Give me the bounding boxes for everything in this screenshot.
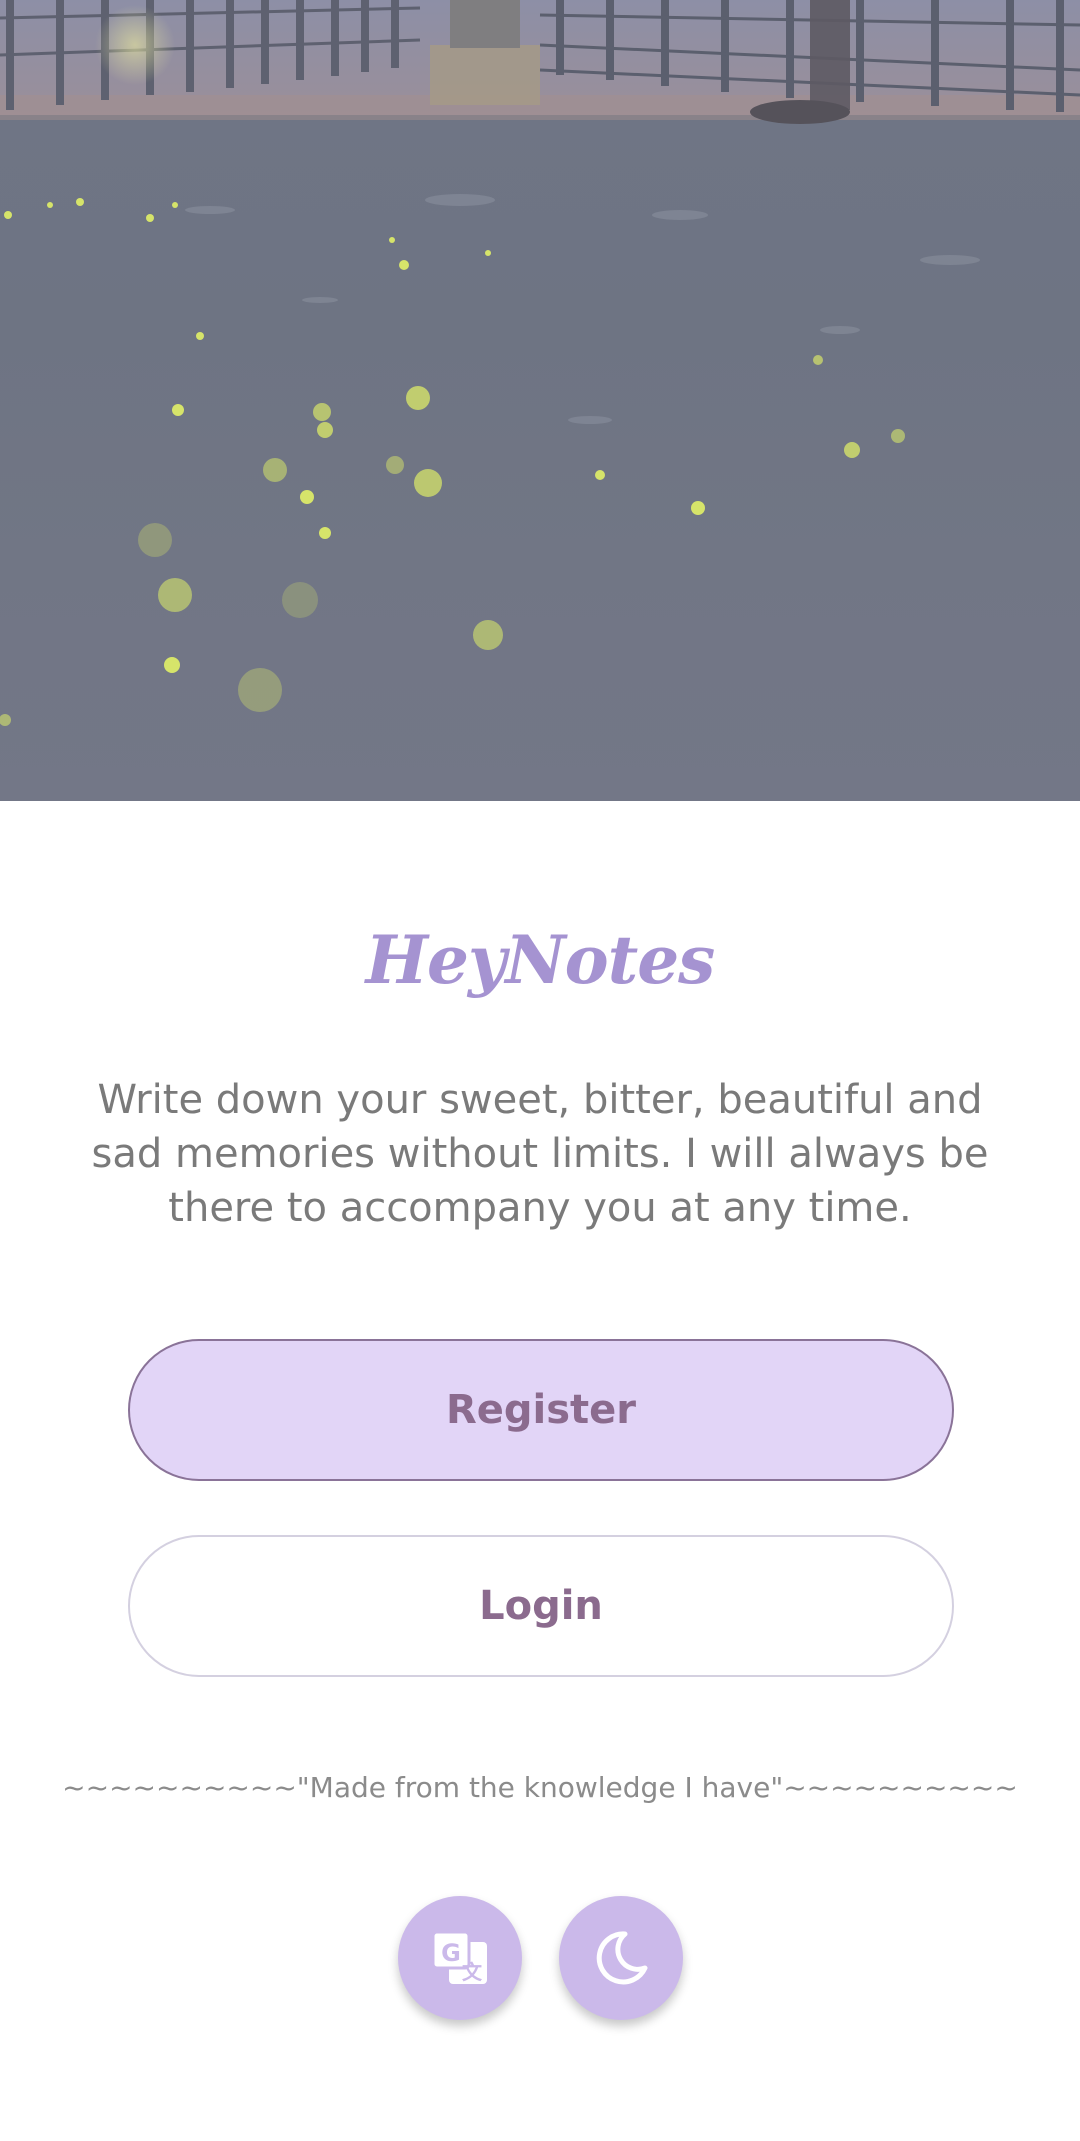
register-button-label: Register (445, 1387, 637, 1433)
theme-toggle-button[interactable] (559, 1896, 683, 2020)
login-button-label: Login (479, 1583, 603, 1629)
svg-text:文: 文 (462, 1960, 483, 1984)
app-title: HeyNotes (365, 921, 716, 999)
translate-button[interactable]: G 文 (398, 1896, 522, 2020)
register-button[interactable]: Register (128, 1339, 954, 1481)
login-button[interactable]: Login (128, 1535, 954, 1677)
app-tagline: Write down your sweet, bitter, beautiful… (91, 1077, 989, 1231)
svg-text:G: G (441, 1939, 461, 1967)
hero-image (0, 0, 1080, 801)
translate-icon: G 文 (431, 1930, 487, 1984)
welcome-panel: HeyNotes Write down your sweet, bitter, … (0, 801, 1080, 2141)
footer-quote: ~~~~~~~~~~"Made from the knowledge I hav… (62, 1771, 1018, 1804)
moon-icon (596, 1931, 648, 1985)
